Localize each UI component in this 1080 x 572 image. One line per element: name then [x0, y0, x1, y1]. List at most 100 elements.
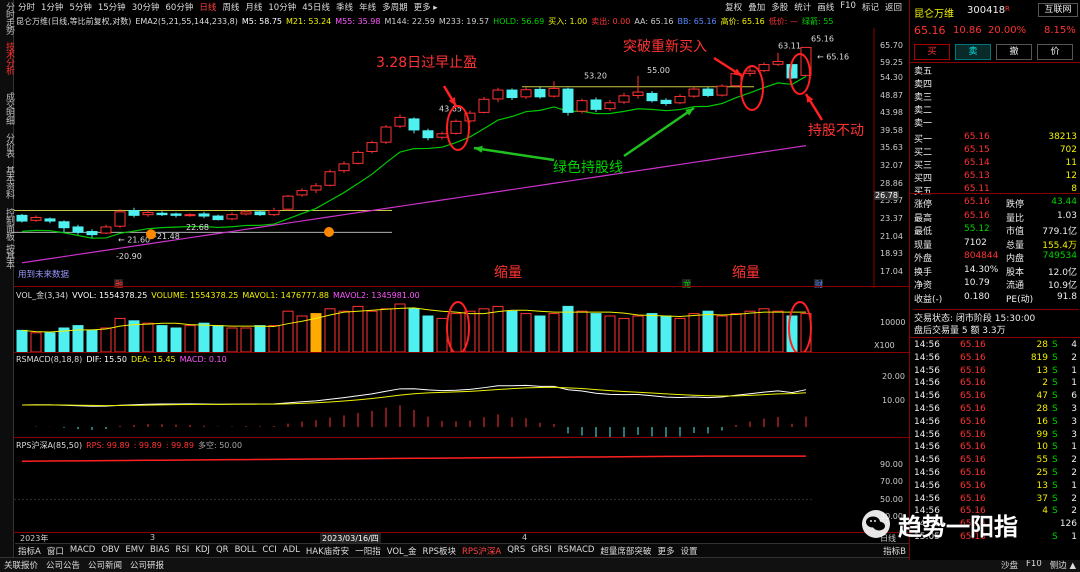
- toolbar-item-2[interactable]: 多股: [768, 1, 791, 13]
- indicator-tab-0[interactable]: 指标A: [15, 545, 44, 557]
- rps-line: [21, 455, 806, 462]
- sell-level-row: 卖二: [910, 102, 1080, 116]
- period-tab-8[interactable]: 月线: [242, 1, 265, 13]
- volume-chart[interactable]: [14, 300, 909, 352]
- candle-body: [450, 120, 462, 134]
- indicator-tab-4[interactable]: EMV: [122, 545, 147, 557]
- macd-name[interactable]: RSMACD(8,18,8): [16, 355, 82, 364]
- indicator-tab-7[interactable]: KDJ: [192, 545, 213, 557]
- rps-name[interactable]: RPS沪深A(85,50): [16, 440, 82, 451]
- toolbar-item-4[interactable]: 画线: [814, 1, 837, 13]
- price-axis-label-3: 48.87: [880, 90, 903, 100]
- bottom-link-3[interactable]: 公司研报: [126, 559, 168, 571]
- period-tab-7[interactable]: 周线: [219, 1, 242, 13]
- indicator-tab-8[interactable]: QR: [213, 545, 232, 557]
- price-axis-label-12: 18.93: [880, 249, 903, 259]
- rps-chart[interactable]: [14, 450, 909, 532]
- indicator-tab-15[interactable]: RPS板块: [420, 545, 459, 557]
- stat-key-2: PE(动): [1006, 294, 1034, 305]
- toolbar-item-7[interactable]: 返回: [882, 1, 905, 13]
- indicator-tab-16[interactable]: RPS沪深A: [459, 545, 504, 557]
- indicator-b-tab[interactable]: 指标B: [880, 545, 909, 557]
- candle-body: [716, 85, 728, 96]
- indicator-name[interactable]: EMA2(5,21,55,144,233,8): [135, 17, 238, 26]
- candle-body: [520, 89, 532, 98]
- period-tab-14[interactable]: 更多 ▸: [411, 1, 441, 13]
- left-tab-3[interactable]: 分价表: [0, 133, 14, 157]
- period-tab-4[interactable]: 30分钟: [129, 1, 163, 13]
- toolbar-item-5[interactable]: F10: [837, 1, 859, 13]
- candle-body: [548, 87, 560, 97]
- bottom-right-1[interactable]: F10: [1022, 559, 1046, 571]
- left-tab-5[interactable]: 控制面板: [0, 208, 14, 240]
- m21-value: M21: 53.24: [286, 16, 332, 26]
- indicator-tab-19[interactable]: RSMACD: [555, 545, 598, 557]
- vol-name[interactable]: VOL_金(3,34): [16, 290, 68, 301]
- price-button[interactable]: 价: [1037, 44, 1073, 60]
- indicator-tab-14[interactable]: VOL_金: [384, 545, 420, 557]
- sell-button[interactable]: 卖: [955, 44, 991, 60]
- toolbar-item-1[interactable]: 叠加: [745, 1, 768, 13]
- period-tab-0[interactable]: 分时: [15, 1, 38, 13]
- buy-button[interactable]: 买: [914, 44, 950, 60]
- period-tab-3[interactable]: 15分钟: [95, 1, 129, 13]
- stat-value: 7102: [964, 237, 987, 248]
- indicator-tab-22[interactable]: 设置: [677, 545, 700, 557]
- annotation-breakout-rebuy: 突破重新买入: [623, 39, 707, 55]
- bottom-right-0[interactable]: 沙盘: [997, 559, 1022, 571]
- toolbar-item-6[interactable]: 标记: [859, 1, 882, 13]
- indicator-tab-11[interactable]: ADL: [280, 545, 303, 557]
- tick-volume: 819: [1030, 352, 1048, 363]
- period-tab-13[interactable]: 多周期: [379, 1, 411, 13]
- indicator-tab-13[interactable]: 一阳指: [352, 545, 384, 557]
- label-53-20: 53.20: [584, 71, 607, 80]
- toolbar-item-0[interactable]: 复权: [722, 1, 745, 13]
- indicator-tab-18[interactable]: GRSI: [528, 545, 554, 557]
- period-tab-9[interactable]: 10分钟: [265, 1, 299, 13]
- macd-axis-20: 20.00: [882, 372, 905, 381]
- left-tab-0[interactable]: 分时走势: [0, 2, 14, 34]
- indicator-tab-10[interactable]: CCI: [259, 545, 279, 557]
- toolbar-item-3[interactable]: 统计: [791, 1, 814, 13]
- indicator-tab-5[interactable]: BIAS: [147, 545, 173, 557]
- period-tab-1[interactable]: 1分钟: [38, 1, 66, 13]
- buy-level-price: 65.16: [964, 132, 990, 142]
- volume-bar: [366, 310, 378, 352]
- panel-divider: [14, 286, 909, 287]
- bottom-link-1[interactable]: 公司公告: [42, 559, 84, 571]
- period-tab-11[interactable]: 季线: [333, 1, 356, 13]
- indicator-tab-9[interactable]: BOLL: [232, 545, 260, 557]
- price-axis-label-8: 28.86: [880, 178, 903, 188]
- bottom-link-0[interactable]: 关联报价: [0, 559, 42, 571]
- sector-button[interactable]: 互联网: [1038, 3, 1078, 17]
- period-tab-2[interactable]: 5分钟: [66, 1, 94, 13]
- indicator-tab-3[interactable]: OBV: [98, 545, 122, 557]
- period-tab-10[interactable]: 45日线: [299, 1, 333, 13]
- bottom-right-2[interactable]: 侧边 ▲: [1046, 559, 1080, 571]
- indicator-tab-2[interactable]: MACD: [67, 545, 98, 557]
- left-tab-1[interactable]: 技术分析: [0, 42, 14, 74]
- stat-key: 涨停: [914, 200, 933, 210]
- bottom-link-2[interactable]: 公司新闻: [84, 559, 126, 571]
- left-tab-6[interactable]: 按基本: [0, 244, 14, 268]
- candle-body: [604, 102, 616, 110]
- label-22-68: 22.68: [186, 223, 209, 232]
- hold-value: HOLD: 56.69: [493, 16, 545, 26]
- candle-body: [16, 214, 28, 222]
- indicator-tab-20[interactable]: 超量席部突破: [597, 545, 654, 557]
- indicator-tab-21[interactable]: 更多: [654, 545, 677, 557]
- left-tab-2[interactable]: 成交明细: [0, 92, 14, 124]
- period-tab-12[interactable]: 年线: [356, 1, 379, 13]
- indicator-tab-12[interactable]: HAK庙奇安: [303, 545, 352, 557]
- period-tab-6[interactable]: 日线: [196, 1, 219, 13]
- left-tab-4[interactable]: 基本资料: [0, 166, 14, 198]
- period-tab-5[interactable]: 60分钟: [163, 1, 197, 13]
- candle-body: [562, 88, 574, 113]
- m233-value: M233: 19.57: [438, 16, 490, 26]
- cancel-button[interactable]: 撤: [996, 44, 1032, 60]
- candle-body: [758, 64, 770, 72]
- indicator-tab-1[interactable]: 窗口: [44, 545, 67, 557]
- indicator-tab-6[interactable]: RSI: [173, 545, 193, 557]
- macd-chart[interactable]: [14, 365, 909, 437]
- indicator-tab-17[interactable]: QRS: [504, 545, 528, 557]
